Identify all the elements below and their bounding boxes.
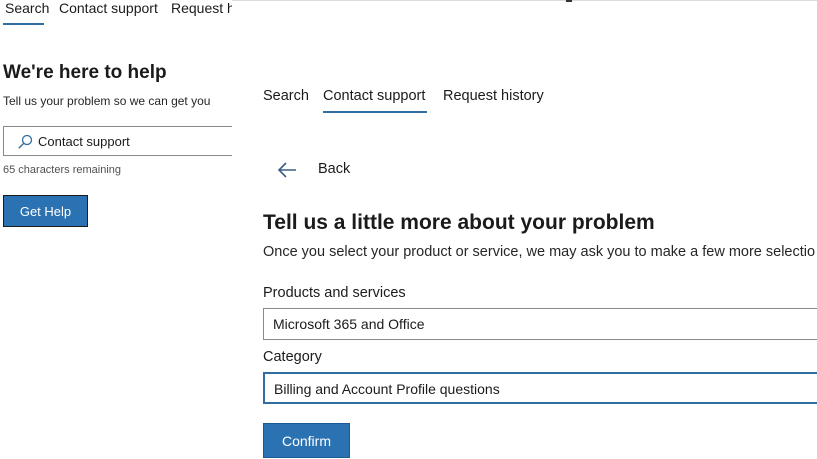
left-page-title: We're here to help (3, 62, 167, 83)
left-tab-active-underline (3, 23, 44, 25)
products-select-value: Microsoft 365 and Office (273, 316, 425, 332)
category-select-value: Billing and Account Profile questions (274, 381, 500, 397)
tab-request-history[interactable]: Request history (443, 87, 544, 105)
page-heading: Tell us a little more about your problem (263, 211, 655, 234)
get-help-button[interactable]: Get Help (3, 195, 88, 227)
back-label: Back (318, 161, 351, 177)
left-tab-request-history[interactable]: Request history (169, 0, 232, 16)
tab-contact-support[interactable]: Contact support (323, 87, 425, 105)
left-page-subtitle: Tell us your problem so we can get you (3, 94, 211, 108)
char-counter: 65 characters remaining (3, 164, 122, 176)
back-arrow-icon (277, 162, 296, 178)
intro-text: Once you select your product or service,… (263, 244, 816, 260)
confirm-button[interactable]: Confirm (263, 423, 350, 458)
left-search-value: Contact support (38, 134, 130, 149)
category-select[interactable]: Billing and Account Profile questions (263, 372, 817, 404)
search-icon (18, 134, 33, 149)
left-tab-contact-support[interactable]: Contact support (57, 0, 160, 16)
back-button[interactable]: Back (276, 158, 350, 182)
products-label: Products and services (263, 285, 406, 301)
category-label: Category (263, 349, 322, 365)
left-tab-search[interactable]: Search (3, 0, 51, 16)
top-edge-mark (566, 0, 572, 2)
background-support-panel: Search Contact support Request history W… (0, 0, 232, 459)
tab-active-underline (323, 111, 427, 113)
products-select[interactable]: Microsoft 365 and Office (263, 308, 817, 340)
tab-search[interactable]: Search (263, 87, 309, 105)
panel-top-border (232, 0, 817, 1)
left-search-input[interactable]: Contact support (3, 126, 232, 156)
